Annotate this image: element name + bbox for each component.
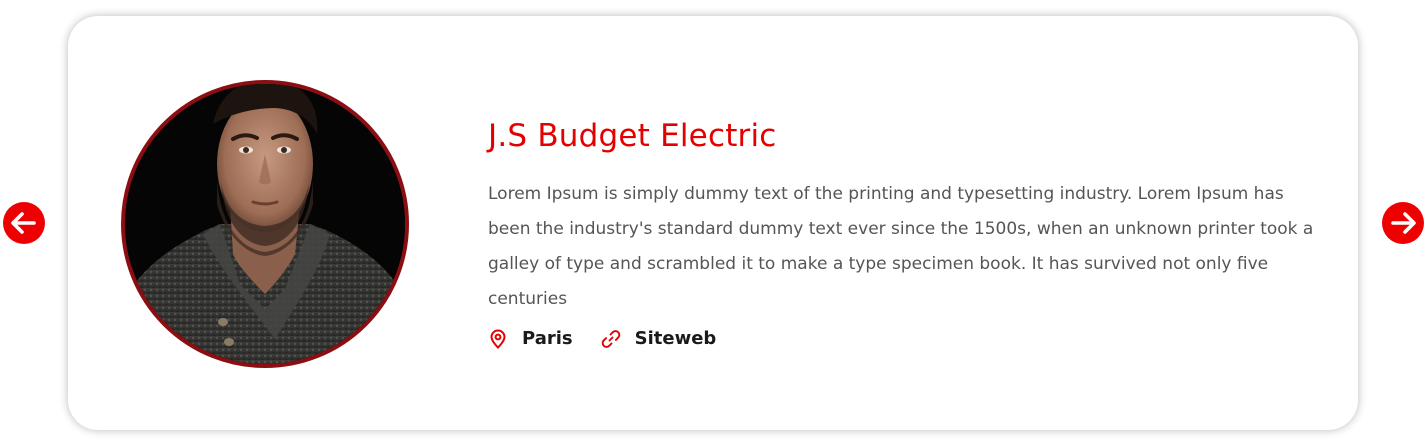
avatar-photo	[125, 84, 405, 364]
arrow-left-icon	[11, 212, 36, 234]
slider: J.S Budget Electric Lorem Ipsum is simpl…	[0, 0, 1427, 447]
website-link[interactable]: Siteweb	[601, 328, 717, 349]
location-item: Paris	[488, 328, 573, 349]
location-label: Paris	[522, 328, 573, 349]
website-label[interactable]: Siteweb	[635, 328, 717, 349]
next-slide-button[interactable]	[1382, 202, 1424, 244]
company-description: Lorem Ipsum is simply dummy text of the …	[488, 184, 1314, 309]
arrow-right-icon	[1391, 212, 1416, 234]
avatar	[121, 80, 409, 368]
company-title: J.S Budget Electric	[488, 118, 777, 154]
map-pin-icon	[488, 328, 508, 349]
previous-slide-button[interactable]	[3, 202, 45, 244]
link-icon	[601, 329, 621, 349]
company-meta: Paris Siteweb	[488, 328, 716, 349]
